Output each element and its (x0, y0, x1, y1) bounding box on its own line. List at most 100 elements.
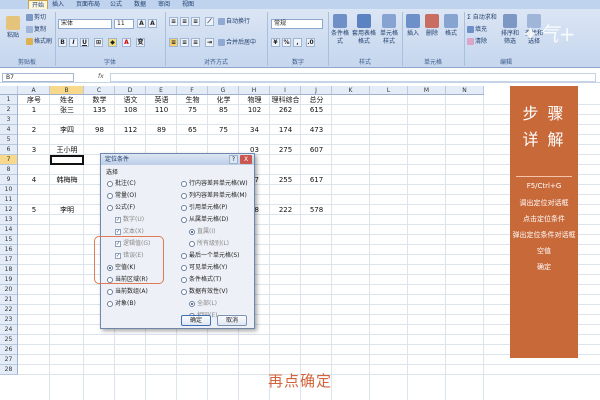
decimal-button[interactable]: .0 (306, 38, 315, 47)
column-header[interactable]: F (177, 86, 208, 95)
underline-button[interactable]: U (80, 38, 89, 47)
option-radio[interactable]: 对象(B) (107, 300, 136, 308)
format-as-table-button[interactable]: 套用表格格式 (352, 14, 376, 46)
italic-button[interactable]: I (69, 38, 78, 47)
number-format-select[interactable]: 常规 (271, 19, 323, 29)
table-cell[interactable]: 89 (146, 125, 177, 135)
fill-button[interactable]: 填充 (467, 26, 487, 34)
fx-icon[interactable]: fx (98, 73, 104, 80)
option-radio[interactable]: 所有级别(L) (189, 240, 229, 248)
copy-button[interactable]: 复制 (26, 26, 46, 34)
table-cell[interactable]: 607 (301, 145, 332, 155)
row-header[interactable]: 26 (0, 345, 18, 355)
option-checkbox[interactable]: ✓ 数字(U) (115, 216, 144, 224)
row-header[interactable]: 20 (0, 285, 18, 295)
row-header[interactable]: 16 (0, 245, 18, 255)
table-cell[interactable]: 数学 (84, 95, 115, 105)
tab-insert[interactable]: 插入 (52, 0, 64, 9)
table-cell[interactable]: 275 (270, 145, 301, 155)
table-cell[interactable]: 34 (239, 125, 270, 135)
sort-filter-button[interactable]: 排序和筛选 (500, 14, 520, 46)
option-radio[interactable]: 当前数组(A) (107, 288, 148, 296)
table-cell[interactable]: 75 (208, 125, 239, 135)
column-header[interactable]: B (50, 86, 84, 95)
shrink-font-button[interactable]: A (148, 19, 157, 28)
table-cell[interactable]: 语文 (115, 95, 146, 105)
align-top-button[interactable]: ≡ (169, 17, 178, 26)
row-header[interactable]: 14 (0, 225, 18, 235)
option-radio[interactable]: 行内容差异单元格(W) (181, 180, 248, 188)
table-cell[interactable]: 222 (270, 205, 301, 215)
column-header[interactable]: H (239, 86, 270, 95)
merge-center-button[interactable]: 合并后居中 (218, 39, 256, 47)
table-cell[interactable]: 473 (301, 125, 332, 135)
column-header[interactable]: D (115, 86, 146, 95)
tab-formulas[interactable]: 公式 (110, 0, 122, 9)
table-cell[interactable]: 李明 (50, 205, 84, 215)
column-header[interactable]: I (270, 86, 301, 95)
row-header[interactable]: 28 (0, 365, 18, 375)
table-cell[interactable]: 韩梅梅 (50, 175, 84, 185)
delete-cells-button[interactable]: 删除 (423, 14, 441, 38)
tab-page-layout[interactable]: 页面布局 (76, 0, 100, 9)
table-cell[interactable]: 108 (115, 105, 146, 115)
option-radio[interactable]: 列内容差异单元格(M) (181, 192, 247, 200)
table-cell[interactable]: 112 (115, 125, 146, 135)
currency-button[interactable]: ¥ (271, 38, 280, 47)
table-cell[interactable]: 生物 (177, 95, 208, 105)
table-cell[interactable]: 615 (301, 105, 332, 115)
column-header[interactable]: L (370, 86, 408, 95)
table-cell[interactable]: 姓名 (50, 95, 84, 105)
fill-color-button[interactable]: ◆ (108, 38, 117, 47)
table-cell[interactable]: 110 (146, 105, 177, 115)
row-header[interactable]: 9 (0, 175, 18, 185)
option-radio[interactable]: 直属(I) (189, 228, 215, 236)
table-cell[interactable]: 李四 (50, 125, 84, 135)
option-radio[interactable]: 最后一个单元格(S) (181, 252, 240, 260)
formula-input[interactable] (110, 73, 596, 82)
table-cell[interactable]: 5 (18, 205, 50, 215)
row-header[interactable]: 15 (0, 235, 18, 245)
bold-button[interactable]: B (58, 38, 67, 47)
align-middle-button[interactable]: ≡ (180, 17, 189, 26)
format-painter-button[interactable]: 格式刷 (26, 38, 52, 46)
row-header[interactable]: 11 (0, 195, 18, 205)
table-cell[interactable]: 98 (84, 125, 115, 135)
column-header[interactable]: J (301, 86, 332, 95)
ok-button[interactable]: 确定 (181, 315, 211, 326)
option-radio[interactable]: 数据有效性(V) (181, 288, 228, 296)
phonetic-button[interactable]: 变 (136, 38, 145, 47)
active-cell[interactable] (50, 155, 84, 165)
column-header[interactable]: A (18, 86, 50, 95)
cut-button[interactable]: 剪切 (26, 14, 46, 22)
table-cell[interactable]: 85 (208, 105, 239, 115)
table-cell[interactable]: 262 (270, 105, 301, 115)
row-header[interactable]: 4 (0, 125, 18, 135)
row-header[interactable]: 22 (0, 305, 18, 315)
table-cell[interactable]: 65 (177, 125, 208, 135)
option-radio[interactable]: 引用单元格(P) (181, 204, 227, 212)
paste-button[interactable]: 粘贴 (4, 16, 22, 40)
table-cell[interactable]: 王小明 (50, 145, 84, 155)
table-cell[interactable]: 4 (18, 175, 50, 185)
column-header[interactable]: K (332, 86, 370, 95)
option-radio[interactable]: 从属单元格(D) (181, 216, 228, 224)
cancel-button[interactable]: 取消 (217, 315, 247, 326)
option-radio[interactable]: 条件格式(T) (181, 276, 221, 284)
option-checkbox[interactable]: ✓ 文本(X) (115, 228, 144, 236)
option-radio[interactable]: 批注(C) (107, 180, 136, 188)
option-radio[interactable]: 可见单元格(Y) (181, 264, 227, 272)
select-all-corner[interactable] (0, 86, 18, 95)
autosum-button[interactable]: Σ 自动求和 (467, 14, 497, 22)
indent-button[interactable]: ⇥ (205, 38, 214, 47)
row-header[interactable]: 1 (0, 95, 18, 105)
column-header[interactable]: E (146, 86, 177, 95)
align-left-button[interactable]: ≡ (169, 38, 178, 47)
row-header[interactable]: 23 (0, 315, 18, 325)
row-header[interactable]: 24 (0, 325, 18, 335)
tab-data[interactable]: 数据 (134, 0, 146, 9)
row-header[interactable]: 10 (0, 185, 18, 195)
cell-styles-button[interactable]: 单元格样式 (378, 14, 400, 46)
align-right-button[interactable]: ≡ (191, 38, 200, 47)
table-cell[interactable]: 英语 (146, 95, 177, 105)
